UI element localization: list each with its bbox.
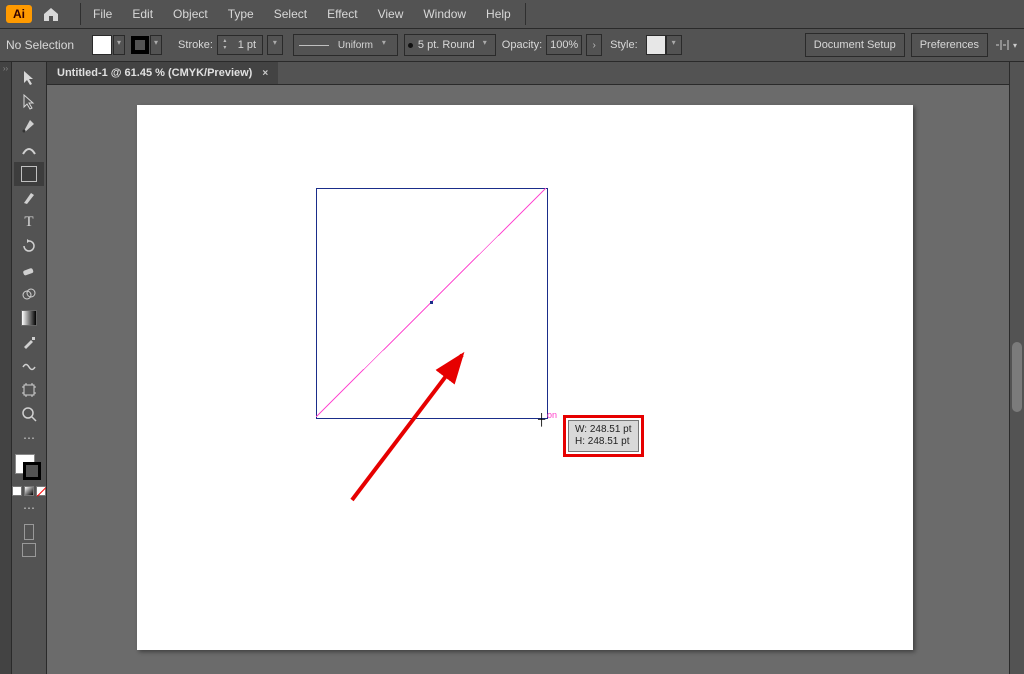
stroke-weight-field[interactable]: ▴▾ 1 pt	[217, 35, 263, 55]
menu-edit[interactable]: Edit	[122, 7, 163, 21]
brush-definition[interactable]: 5 pt. Round	[404, 34, 496, 56]
workspace: ›› T ⋯ ⋯ Untitled-1	[0, 62, 1024, 674]
fill-swatch-group[interactable]	[92, 35, 131, 55]
graphic-style[interactable]	[646, 35, 682, 55]
menu-type[interactable]: Type	[218, 7, 264, 21]
divider	[525, 3, 526, 25]
direct-selection-tool[interactable]	[14, 90, 44, 114]
menu-effect[interactable]: Effect	[317, 7, 367, 21]
gradient-tool[interactable]	[14, 306, 44, 330]
expand-icon[interactable]: ››	[0, 64, 11, 73]
artboard-tool[interactable]	[14, 378, 44, 402]
align-icon[interactable]: ▾	[994, 34, 1018, 56]
crosshair-cursor: ┼	[538, 413, 545, 427]
menu-view[interactable]: View	[368, 7, 414, 21]
left-rail[interactable]: ››	[0, 62, 12, 674]
pen-tool[interactable]	[14, 114, 44, 138]
document-setup-button[interactable]: Document Setup	[805, 33, 905, 57]
opacity-value[interactable]: 100%	[546, 35, 582, 55]
color-mode-solid[interactable]	[12, 486, 22, 496]
preferences-button[interactable]: Preferences	[911, 33, 988, 57]
vertical-scrollbar[interactable]	[1009, 62, 1024, 674]
menu-items: File Edit Object Type Select Effect View…	[83, 7, 521, 21]
divider	[80, 3, 81, 25]
document-tab[interactable]: Untitled-1 @ 61.45 % (CMYK/Preview) ×	[47, 62, 278, 84]
stroke-weight-value[interactable]: 1 pt	[232, 39, 262, 51]
draw-mode[interactable]: ⋯	[14, 496, 44, 520]
shape-builder-tool[interactable]	[14, 282, 44, 306]
style-dropdown[interactable]	[666, 35, 682, 55]
app-menu-bar: Ai File Edit Object Type Select Effect V…	[0, 0, 1024, 29]
warp-tool[interactable]	[14, 354, 44, 378]
menu-select[interactable]: Select	[264, 7, 317, 21]
tools-panel: T ⋯ ⋯	[12, 62, 47, 674]
canvas[interactable]: on ┼ W: 248.51 pt H: 248.51 pt	[47, 85, 1009, 674]
eraser-tool[interactable]	[14, 258, 44, 282]
brush-dot-icon	[408, 43, 413, 48]
eyedropper-tool[interactable]	[14, 330, 44, 354]
fill-swatch[interactable]	[92, 35, 112, 55]
selection-status: No Selection	[6, 38, 74, 52]
type-tool[interactable]: T	[14, 210, 44, 234]
rotate-tool[interactable]	[14, 234, 44, 258]
stroke-stepper[interactable]: ▴▾	[218, 36, 232, 54]
dimension-tooltip: W: 248.51 pt H: 248.51 pt	[568, 420, 639, 452]
color-mode-gradient[interactable]	[24, 486, 34, 496]
opacity-more[interactable]: ›	[586, 34, 602, 56]
menu-window[interactable]: Window	[413, 7, 476, 21]
control-bar: No Selection Stroke: ▴▾ 1 pt Uniform 5 p…	[0, 29, 1024, 62]
edit-toolbar[interactable]: ⋯	[14, 426, 44, 450]
app-logo: Ai	[6, 5, 32, 23]
fill-stroke-indicator[interactable]	[15, 454, 43, 482]
stroke-label: Stroke:	[178, 39, 213, 51]
tab-close-icon[interactable]: ×	[262, 68, 268, 79]
document-area: Untitled-1 @ 61.45 % (CMYK/Preview) × on…	[47, 62, 1009, 674]
stroke-indicator[interactable]	[23, 462, 41, 480]
style-swatch[interactable]	[646, 35, 666, 55]
profile-dropdown[interactable]	[377, 36, 391, 54]
shape-center-marker	[430, 301, 433, 304]
brush-dropdown[interactable]	[478, 36, 492, 54]
color-mode-none[interactable]	[36, 486, 46, 496]
profile-line-icon	[294, 35, 334, 55]
fill-dropdown[interactable]	[113, 35, 125, 55]
menu-help[interactable]: Help	[476, 7, 521, 21]
brush-label: 5 pt. Round	[418, 39, 475, 51]
screen-mode-small[interactable]	[24, 524, 34, 540]
stroke-dropdown[interactable]	[150, 35, 162, 55]
paintbrush-tool[interactable]	[14, 186, 44, 210]
zoom-tool[interactable]	[14, 402, 44, 426]
opacity-label: Opacity:	[502, 39, 542, 51]
color-mode-row	[12, 486, 46, 496]
home-icon[interactable]	[42, 6, 60, 22]
curvature-tool[interactable]	[14, 138, 44, 162]
profile-label: Uniform	[334, 40, 377, 51]
selection-tool[interactable]	[14, 66, 44, 90]
document-tabs: Untitled-1 @ 61.45 % (CMYK/Preview) ×	[47, 62, 1009, 85]
dimension-height: H: 248.51 pt	[575, 436, 632, 448]
stroke-swatch[interactable]	[131, 36, 149, 54]
scrollbar-thumb[interactable]	[1012, 342, 1022, 412]
stroke-weight-dropdown[interactable]	[267, 35, 283, 55]
dimension-tooltip-highlight: W: 248.51 pt H: 248.51 pt	[563, 415, 644, 457]
tab-title: Untitled-1 @ 61.45 % (CMYK/Preview)	[57, 67, 252, 79]
menu-file[interactable]: File	[83, 7, 122, 21]
smart-guide-label: on	[547, 410, 557, 420]
menu-object[interactable]: Object	[163, 7, 218, 21]
dimension-width: W: 248.51 pt	[575, 424, 632, 436]
screen-mode[interactable]	[22, 543, 36, 557]
variable-width-profile[interactable]: Uniform	[293, 34, 398, 56]
stroke-swatch-group[interactable]	[131, 35, 168, 55]
style-label: Style:	[610, 39, 638, 51]
rectangle-tool[interactable]	[14, 162, 44, 186]
